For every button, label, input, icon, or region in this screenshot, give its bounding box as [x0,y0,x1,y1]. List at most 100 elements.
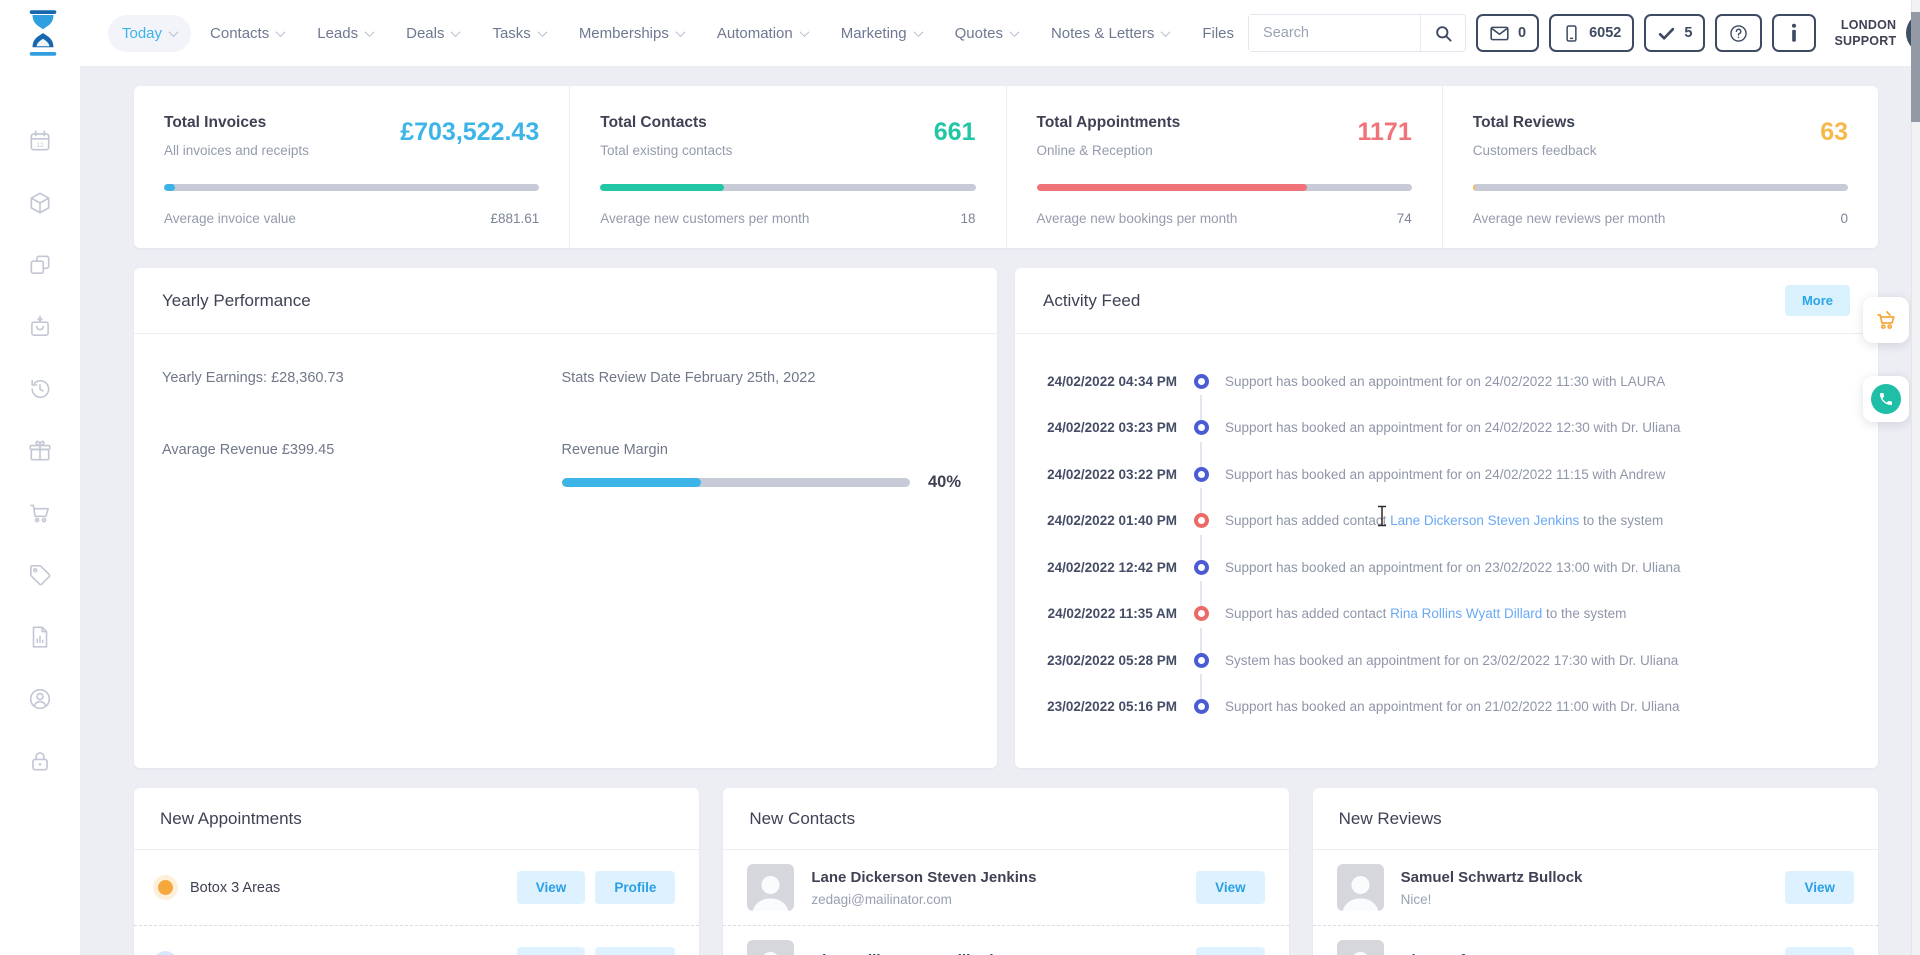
stats-review-date: Stats Review Date February 25th, 2022 [561,370,816,386]
stat-card-total-appointments: Total Appointments Online & Reception 1171… [1005,86,1442,248]
activity-text: Support has booked an appointment for on… [1225,699,1680,715]
nav-item-deals[interactable]: Deals [392,15,473,52]
person-info: Lane Dickerson Steven Jenkins zedagi@mail… [811,869,1036,907]
stat-value: £703,522.43 [400,118,540,146]
nav-item-quotes[interactable]: Quotes [941,15,1032,52]
yearly-performance-body: Yearly Earnings: £28,360.73 Stats Review… [134,334,997,492]
nav-item-files[interactable]: Files [1188,15,1248,52]
badge-phone[interactable]: 6052 [1549,14,1635,52]
row-actions: View [1186,947,1265,955]
appointment-row: Botox 3 Areas View Profile [134,850,700,926]
search-button[interactable] [1421,15,1465,51]
sidebar-item-gift[interactable] [0,420,80,482]
scrollbar-thumb[interactable] [1911,12,1920,122]
sidebar-item-account[interactable] [0,668,80,730]
user-name: LONDON SUPPORT [1834,17,1897,48]
nav-item-notes-letters[interactable]: Notes & Letters [1037,15,1183,52]
chevron-down-icon [364,26,375,37]
phone-icon [1880,393,1892,405]
activity-text: Support has booked an appointment for on… [1225,559,1681,575]
activity-contact-link[interactable]: Rina Rollins Wyatt Dillard [1390,606,1542,621]
user-menu[interactable]: LONDON SUPPORT [1834,12,1920,54]
nav-item-today[interactable]: Today [108,14,192,52]
stat-progress-bar [1472,184,1848,191]
chevron-down-icon [275,26,286,37]
appointment-row: Career CounsellingViewProfile [134,926,699,955]
crm-dashboard: { "header": { "nav_items": [ {"label": "… [0,0,1920,955]
view-button[interactable]: View [516,947,586,955]
nav-item-marketing[interactable]: Marketing [827,15,936,52]
nav-item-memberships[interactable]: Memberships [565,15,698,52]
nav-item-automation[interactable]: Automation [703,15,822,52]
sidebar-item-duplicate[interactable] [0,234,80,296]
activity-row: 24/02/2022 11:35 AM Support has added con… [1037,591,1854,653]
activity-timestamp: 24/02/2022 04:34 PM [1047,373,1177,389]
average-revenue: Avarage Revenue £399.45 [162,442,335,458]
nav-item-tasks[interactable]: Tasks [478,15,559,52]
activity-text: Support has booked an appointment for on… [1225,420,1681,436]
nav-item-leads[interactable]: Leads [303,15,387,52]
appointment-name: Botox 3 Areas [190,879,281,896]
sidebar-item-purchases[interactable] [0,296,80,358]
chevron-down-icon [913,26,924,37]
main-content: Total Invoices All invoices and receipts £… [80,66,1920,955]
profile-button[interactable]: Profile [595,871,676,904]
activity-contact-link[interactable]: Lane Dickerson Steven Jenkins [1390,513,1579,528]
badge-mail[interactable]: 0 [1476,14,1540,52]
timeline-dot-blue [1194,420,1209,436]
page-shell: 12 Total Invoices All invoices and receip… [0,66,1920,955]
sidebar-item-cart[interactable] [0,482,80,544]
profile-button[interactable]: Profile [595,947,676,955]
stat-footer: Average invoice value £881.61 [164,211,539,226]
duplicate-icon [27,252,53,278]
activity-text: Support has added contact Rina Rollins W… [1225,606,1627,622]
nav-item-label: Contacts [210,24,270,42]
nav-item-label: Today [122,24,163,42]
sidebar-item-products[interactable] [0,172,80,234]
view-button[interactable]: View [516,871,586,904]
search-input[interactable] [1249,15,1421,51]
info-icon [1788,23,1800,43]
pabau-logo-icon[interactable] [24,10,62,56]
cart-widget-button[interactable] [1863,297,1909,343]
sidebar-item-tag[interactable] [0,544,80,606]
header-badges: 0 6052 5 [1476,14,1817,52]
panel-title: Yearly Performance [162,290,311,310]
timeline-dot-blue [1194,652,1209,668]
sidebar-item-reports[interactable] [0,606,80,668]
badge-check[interactable]: 5 [1644,14,1706,52]
sidebar-item-lock[interactable] [0,730,80,792]
bottom-panels: New Appointments Botox 3 Areas View Profil… [134,788,1878,955]
timeline-dot-blue [1194,559,1209,575]
activity-timestamp: 23/02/2022 05:16 PM [1047,699,1177,715]
nav-item-label: Quotes [954,24,1003,42]
badge-count: 0 [1518,25,1527,41]
stat-card-total-invoices: Total Invoices All invoices and receipts £… [134,86,569,248]
view-button[interactable]: View [1785,871,1854,904]
more-button[interactable]: More [1784,285,1850,316]
stat-card-total-contacts: Total Contacts Total existing contacts 661… [569,86,1005,248]
row-actions: View Profile [507,871,676,904]
stats-row: Total Invoices All invoices and receipts £… [134,86,1878,248]
stat-subtitle: Customers feedback [1472,143,1597,158]
revenue-margin-block: Revenue Margin 40% [561,442,961,492]
person-subtext: zedagi@mailinator.com [811,891,952,907]
activity-row: 24/02/2022 03:23 PM Support has booked an… [1037,405,1854,467]
yearly-earnings: Yearly Earnings: £28,360.73 [162,370,344,386]
sidebar-item-calendar[interactable]: 12 [0,110,80,172]
revenue-margin-value: 40% [927,473,961,491]
view-button[interactable]: View [1785,947,1854,955]
view-button[interactable]: View [1196,947,1265,955]
badge-help[interactable] [1715,14,1763,52]
view-button[interactable]: View [1196,871,1265,904]
call-widget-button[interactable] [1863,376,1909,422]
nav-item-contacts[interactable]: Contacts [196,15,298,52]
sidebar-item-history[interactable] [0,358,80,420]
chevron-down-icon [451,26,461,37]
activity-timestamp: 24/02/2022 12:42 PM [1047,559,1177,575]
stat-subtitle: Total existing contacts [600,143,733,158]
stat-average-label: Average new bookings per month [1036,211,1238,226]
badge-info[interactable] [1772,14,1817,52]
products-icon [27,190,53,216]
stat-value: 1171 [1357,118,1412,146]
